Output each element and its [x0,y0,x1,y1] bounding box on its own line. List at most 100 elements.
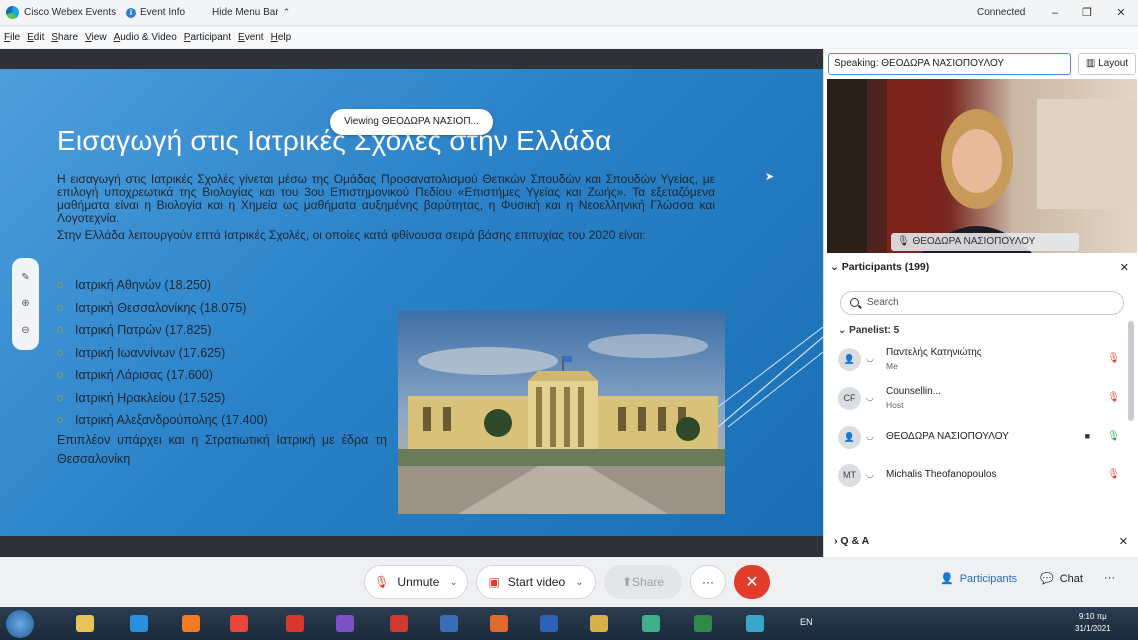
participant-name: Counsellin... [886,386,942,397]
paint-icon[interactable] [480,610,518,637]
bullet-icon [57,327,63,334]
overflow-menu-button[interactable]: ··· [1104,572,1115,584]
downloader-icon[interactable] [380,610,418,637]
decorative-lines [718,327,823,427]
zoom-out-icon[interactable]: ⊖ [21,325,29,336]
menu-edit[interactable]: Edit [27,32,44,43]
word-icon[interactable] [530,610,568,637]
right-panel: Speaking: ΘΕΟΔΩΡΑ ΝΑΣΙΟΠΟΥΛΟΥ ▥ Layout 🎙… [823,49,1138,557]
close-participants-icon[interactable]: ✕ [1120,261,1129,274]
share-label: Share [632,575,665,589]
school-name: Ιατρική Αλεξανδρούπολης (17.400) [75,413,268,428]
chevron-down-icon[interactable]: ⌄ [449,577,457,588]
viber-icon[interactable] [326,610,364,637]
person-icon: 👤 [940,573,954,585]
maximize-button[interactable]: ❐ [1076,3,1098,23]
avatar: CF [838,387,861,410]
chevron-down-icon[interactable]: ⌄ [575,577,583,588]
clock-time: 9:10 πμ [1078,612,1107,621]
table-row[interactable]: CF ◡ Counsellin... Host 🎙 [838,383,1128,415]
menu-audio-video[interactable]: Audio & Video [114,32,177,43]
menu-file[interactable]: File [4,32,20,43]
excel-icon[interactable] [684,610,722,637]
windows-taskbar: EN 9:10 πμ 31/1/2021 [0,607,1138,640]
video-player-icon[interactable] [580,610,618,637]
person-icon: 👤 [843,354,856,364]
menu-share[interactable]: Share [51,32,78,43]
muted-mic-icon[interactable]: 🎙 [1107,392,1120,403]
active-mic-icon[interactable]: 🎙 [1107,431,1120,442]
close-qa-icon[interactable]: ✕ [1119,535,1128,548]
start-video-label: Start video [507,575,566,589]
share-button[interactable]: ⬆ Share [604,565,682,599]
participant-search-input[interactable]: Search [840,291,1124,315]
event-info-label: Event Info [140,7,186,18]
start-video-button[interactable]: ▣ Start video ⌄ [476,565,596,599]
video-camera-icon: ■ [1084,431,1090,441]
annotate-icon[interactable]: ✎ [21,272,29,283]
clock-date: 31/1/2021 [1075,624,1111,633]
mouse-cursor-icon: ➤ [765,171,775,183]
chevron-up-icon: ⌃ [282,7,291,17]
more-options-button[interactable]: ··· [690,565,726,599]
earth-icon[interactable] [430,610,468,637]
bullet-icon [57,394,63,401]
chat-panel-button[interactable]: 💬 Chat [1040,572,1083,586]
layout-button[interactable]: ▥ Layout [1078,53,1136,75]
table-row[interactable]: MT ◡ Michalis Theofanopoulos 🎙 [838,460,1128,492]
qa-label: Q & A [840,535,870,547]
zoom-in-icon[interactable]: ⊕ [21,298,29,309]
bullet-icon [57,304,63,311]
participants-header[interactable]: ⌄ Participants (199) ✕ [830,261,1135,274]
muted-mic-icon[interactable]: 🎙 [1107,469,1120,480]
unmute-button[interactable]: 🎙 Unmute ⌄ [364,565,468,599]
chevron-down-icon: ⌄ [838,325,850,336]
layout-label: Layout [1098,58,1129,69]
menu-event[interactable]: Event [238,32,264,43]
mic-icon: 🎙 [897,236,913,247]
participant-name: Παντελής Κατηνιώτης [886,347,982,358]
minimize-button[interactable]: – [1044,3,1066,23]
slide-paragraph-1: Η εισαγωγή στις Ιατρικές Σχολές γίνεται … [57,172,715,225]
title-bar: Cisco Webex Events i Event Info Hide Men… [0,0,1138,26]
file-explorer-icon[interactable] [66,610,104,637]
leave-meeting-button[interactable]: ✕ [734,565,770,599]
menu-help[interactable]: Help [271,32,292,43]
qa-header[interactable]: › Q & A [834,535,869,547]
menu-view[interactable]: View [85,32,107,43]
language-indicator[interactable]: EN [800,617,813,627]
muted-mic-icon[interactable]: 🎙 [1107,353,1120,364]
slide-note: Επιπλέον υπάρχει και η Στρατιωτική Ιατρι… [57,433,387,466]
firefox-icon[interactable] [172,610,210,637]
hide-menu-bar-button[interactable]: Hide Menu Bar ⌃ [212,7,290,18]
speaker-video[interactable]: 🎙 ΘΕΟΔΩΡΑ ΝΑΣΙΟΠΟΥΛΟΥ [827,79,1137,253]
media-player-icon[interactable] [276,610,314,637]
meeting-controls: 🎙 Unmute ⌄ ▣ Start video ⌄ ⬆ Share ··· ✕… [0,557,1138,607]
participants-panel-button[interactable]: 👤 Participants [940,572,1018,586]
table-row[interactable]: 👤 ◡ Παντελής Κατηνιώτης Me 🎙 [838,344,1128,376]
webex-taskbar-icon[interactable] [632,610,670,637]
table-row[interactable]: 👤 ◡ ΘΕΟΔΩΡΑ ΝΑΣΙΟΠΟΥΛΟΥ ■ 🎙 [838,422,1128,454]
close-window-button[interactable]: ✕ [1110,3,1132,23]
webex-meetings-icon[interactable] [736,610,774,637]
viewing-indicator[interactable]: Viewing ΘΕΟΔΩΡΑ ΝΑΣΙΟΠ... [330,109,493,135]
event-info-button[interactable]: i Event Info [126,7,212,18]
list-item: Ιατρική Αλεξανδρούπολης (17.400) [57,409,387,432]
list-item: Ιατρική Λάρισας (17.600) [57,364,387,387]
panelist-header[interactable]: ⌄ Panelist: 5 [838,325,899,336]
start-button[interactable] [6,610,34,638]
mic-icon: ◡ [866,392,874,402]
school-name: Ιατρική Πατρών (17.825) [75,323,212,338]
participant-name: Michalis Theofanopoulos [886,469,997,480]
chrome-icon[interactable] [220,610,258,637]
system-clock[interactable]: 9:10 πμ 31/1/2021 [1075,611,1111,635]
participants-panel-label: Participants [959,572,1018,585]
internet-explorer-icon[interactable] [120,610,158,637]
share-icon: ⬆ [621,575,633,589]
hide-menu-label: Hide Menu Bar [212,7,279,18]
participants-scrollbar[interactable] [1128,321,1134,421]
school-name: Ιατρική Αθηνών (18.250) [75,278,212,293]
list-item: Ιατρική Ιωαννίνων (17.625) [57,342,387,365]
menu-participant[interactable]: Participant [184,32,231,43]
mic-icon: ◡ [866,469,874,479]
